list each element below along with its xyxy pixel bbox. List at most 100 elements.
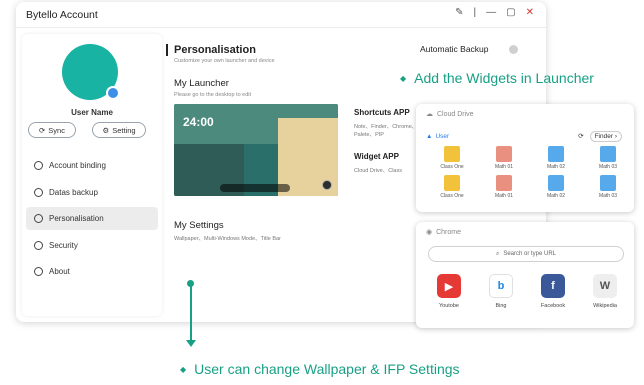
file-name: Math 03: [598, 193, 618, 199]
refresh-icon[interactable]: ⟳: [578, 132, 583, 140]
app-wikipedia[interactable]: W Wikipedia: [588, 274, 622, 309]
preview-dock: [220, 184, 290, 192]
callout-line: [190, 283, 192, 341]
sidebar-item-security[interactable]: Security: [26, 234, 158, 257]
widget-app-items: Cloud Drive、Class: [354, 168, 402, 174]
file-name: Math 02: [546, 193, 566, 199]
chrome-header: ◉ Chrome: [426, 228, 462, 237]
palette-icon: [34, 214, 43, 223]
close-icon[interactable]: ✕: [526, 7, 534, 18]
gear-icon: ⚙: [102, 125, 110, 135]
app-title: Bytello Account: [26, 9, 98, 21]
app-label: Wikipedia: [593, 303, 617, 309]
app-youtube[interactable]: ▶ Youtobe: [432, 274, 466, 309]
title-accent-bar: [166, 44, 168, 56]
sidebar: User Name ⟳ Sync ⚙ Setting Account bindi…: [22, 34, 162, 316]
setting-label: Setting: [112, 125, 136, 135]
chrome-widget[interactable]: ◉ Chrome ⌕ Search or type URL ▶ Youtobe …: [416, 222, 634, 328]
diamond-icon: ◆: [400, 73, 407, 83]
sync-icon: ⟳: [39, 125, 46, 135]
chrome-icon: ◉: [426, 229, 433, 236]
cloud-drive-header: ☁ Cloud Drive: [426, 110, 474, 119]
youtube-icon: ▶: [437, 274, 461, 298]
search-placeholder: Search or type URL: [503, 251, 557, 257]
file-item[interactable]: Math 01: [478, 146, 530, 170]
file-item[interactable]: Math 03: [582, 175, 634, 199]
widget-app-title: Widget APP: [354, 152, 399, 161]
app-shortcuts: ▶ Youtobe b Bing f Facebook W Wikipedia: [432, 274, 622, 309]
my-settings-items: Wallpaper、Multi-Windows Mode、Title Bar: [174, 236, 281, 242]
app-bing[interactable]: b Bing: [484, 274, 518, 309]
drive-actions: ⟳ Finder ›: [578, 130, 622, 142]
widgets-annotation-text: Add the Widgets in Launcher: [414, 70, 594, 86]
info-icon: [34, 267, 43, 276]
cloud-drive-toolbar: ▲ User ⟳ Finder ›: [426, 129, 622, 143]
file-name: Math 01: [494, 164, 514, 170]
finder-label: Finder: [594, 132, 614, 140]
sync-label: Sync: [48, 125, 65, 135]
sync-button[interactable]: ⟳ Sync: [28, 122, 76, 138]
maximize-icon[interactable]: ▢: [506, 7, 515, 18]
user-name: User Name: [71, 108, 113, 117]
launcher-preview[interactable]: 24:00: [174, 104, 338, 196]
tab-user-label: User: [435, 132, 450, 140]
shield-icon: [34, 240, 43, 250]
wikipedia-icon: W: [593, 274, 617, 298]
sidebar-item-about[interactable]: About: [26, 260, 158, 283]
file-name: Class One: [440, 164, 464, 170]
app-label: Youtobe: [439, 303, 459, 309]
cloud-drive-title: Cloud Drive: [437, 110, 474, 118]
sidebar-nav: Account binding Datas backup Personalisa…: [26, 154, 158, 287]
cloud-badge-icon: [106, 86, 120, 100]
setting-button[interactable]: ⚙ Setting: [92, 122, 146, 138]
doc-file-icon: [548, 175, 564, 191]
file-item[interactable]: Math 02: [530, 175, 582, 199]
page-title: Personalisation: [174, 44, 256, 56]
doc-file-icon: [600, 146, 616, 162]
facebook-icon: f: [541, 274, 565, 298]
link-icon: [34, 161, 43, 170]
app-facebook[interactable]: f Facebook: [536, 274, 570, 309]
bing-icon: b: [489, 274, 513, 298]
pdf-file-icon: [496, 146, 512, 162]
app-label: Facebook: [540, 303, 566, 309]
sidebar-item-label: Account binding: [49, 161, 106, 170]
titlebar-divider: |: [473, 7, 477, 18]
cloud-drive-icon: ☁: [426, 111, 433, 118]
shortcuts-app-title: Shortcuts APP: [354, 108, 410, 117]
search-input[interactable]: ⌕ Search or type URL: [428, 246, 624, 262]
title-bar: Bytello Account ✎ | — ▢ ✕: [16, 2, 546, 28]
preview-clock: 24:00: [183, 115, 214, 129]
sidebar-item-personalisation[interactable]: Personalisation: [26, 207, 158, 230]
folder-icon: [444, 146, 460, 162]
file-item[interactable]: Math 03: [582, 146, 634, 170]
widgets-annotation: ◆ Add the Widgets in Launcher: [400, 70, 594, 86]
cloud-drive-widget[interactable]: ☁ Cloud Drive ▲ User ⟳ Finder › Class On…: [416, 104, 634, 212]
info-icon[interactable]: [509, 45, 518, 54]
sidebar-item-label: About: [49, 267, 70, 276]
file-grid: Class One Math 01 Math 02 Math 03 Class …: [426, 146, 634, 199]
diamond-icon: ◆: [180, 364, 187, 374]
pin-icon[interactable]: ✎: [455, 7, 463, 18]
doc-file-icon: [600, 175, 616, 191]
folder-icon: [444, 175, 460, 191]
file-name: Class One: [440, 193, 464, 199]
file-item[interactable]: Class One: [426, 146, 478, 170]
edit-badge-icon: [322, 180, 332, 190]
doc-file-icon: [548, 146, 564, 162]
launcher-subtitle: Please go to the desktop to edit: [174, 92, 252, 98]
search-icon: ⌕: [495, 250, 500, 257]
sidebar-item-account-binding[interactable]: Account binding: [26, 154, 158, 177]
chrome-title: Chrome: [436, 228, 462, 236]
sidebar-item-label: Datas backup: [49, 187, 98, 197]
file-item[interactable]: Math 02: [530, 146, 582, 170]
minimize-icon[interactable]: —: [486, 7, 496, 18]
file-item[interactable]: Class One: [426, 175, 478, 199]
file-name: Math 03: [598, 164, 618, 170]
tab-user[interactable]: ▲ User: [426, 133, 449, 140]
sidebar-item-datas-backup[interactable]: Datas backup: [26, 181, 158, 204]
finder-button[interactable]: Finder ›: [589, 130, 622, 142]
file-item[interactable]: Math 01: [478, 175, 530, 199]
file-name: Math 02: [546, 164, 566, 170]
page-subtitle: Customize your own launcher and device: [174, 58, 275, 64]
